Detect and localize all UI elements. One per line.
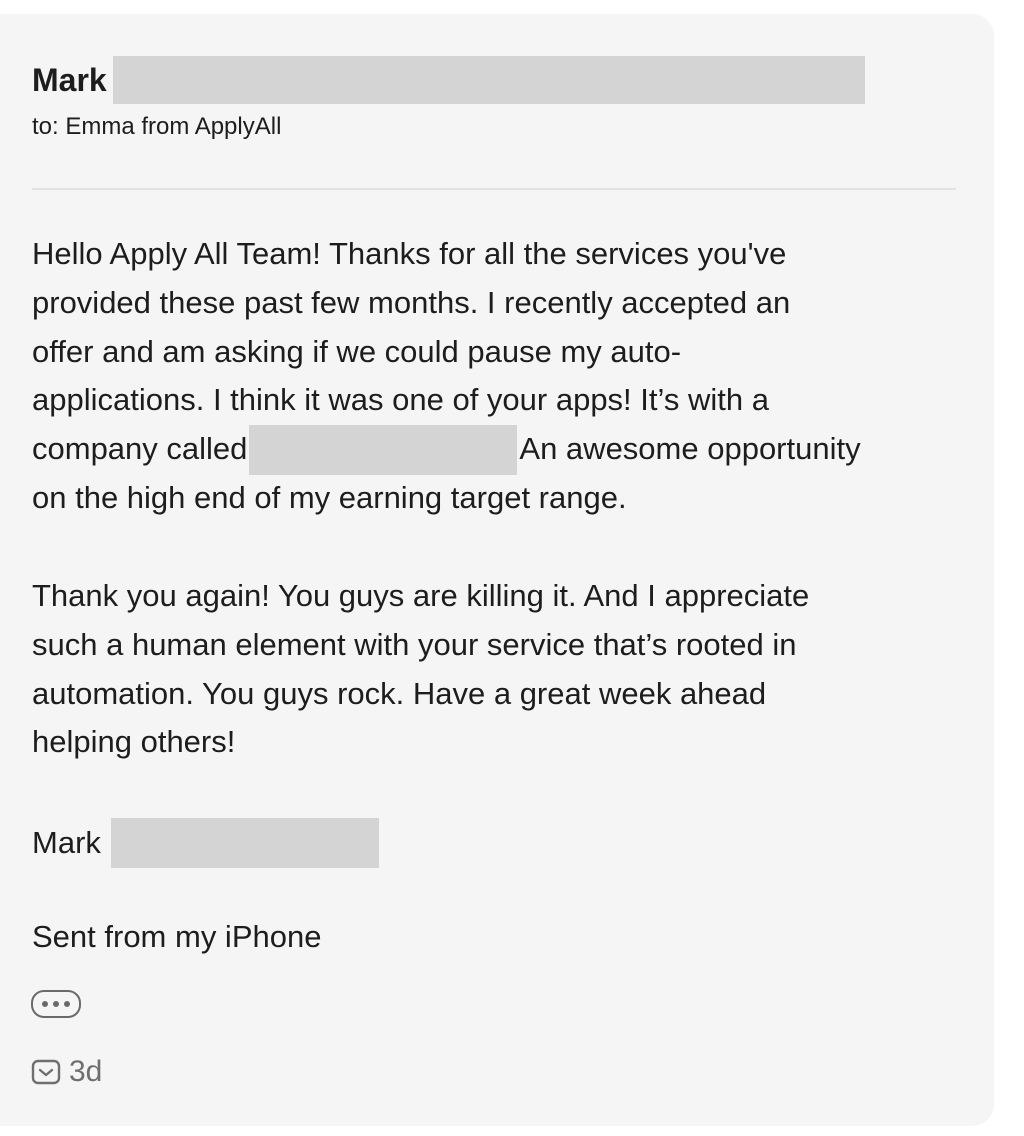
paragraph-line: automation. You guys rock. Have a great … <box>32 675 767 711</box>
message-paragraph-1: Hello Apply All Team! Thanks for all the… <box>32 230 956 523</box>
recipient-line: to: Emma from ApplyAll <box>32 113 282 140</box>
timestamp: 3d <box>69 1055 103 1088</box>
ellipsis-icon <box>42 1001 70 1007</box>
signature-name: Mark <box>32 825 101 860</box>
paragraph-line: such a human element with your service t… <box>32 626 797 662</box>
paragraph-line: Hello Apply All Team! Thanks for all the… <box>32 236 787 271</box>
message-paragraph-2: Thank you again! You guys are killing it… <box>32 572 956 767</box>
paragraph-text: company called <box>32 431 248 467</box>
show-quoted-text-button[interactable] <box>31 990 81 1018</box>
message-meta: 3d <box>31 1052 102 1092</box>
paragraph-line: offer and am asking if we could pause my… <box>32 333 682 369</box>
signature: Mark <box>32 815 379 871</box>
paragraph-line: helping others! <box>32 724 236 760</box>
envelope-icon <box>31 1059 61 1085</box>
paragraph-line: on the high end of my earning target ran… <box>32 479 627 515</box>
header-divider <box>32 188 956 190</box>
paragraph-line-with-redaction: company called An awesome opportunity <box>32 424 956 475</box>
sender-name: Mark <box>32 62 107 98</box>
paragraph-line: Thank you again! You guys are killing it… <box>32 578 810 613</box>
sender-row: Mark <box>32 56 956 104</box>
paragraph-line: applications. I think it was one of your… <box>32 382 769 418</box>
message-header: Mark <box>32 56 956 104</box>
redacted-sender-detail <box>112 56 865 104</box>
paragraph-line: provided these past few months. I recent… <box>32 284 791 320</box>
sent-from-line: Sent from my iPhone <box>32 919 322 954</box>
paragraph-text: An awesome opportunity <box>519 431 861 467</box>
redacted-company-name <box>249 424 518 475</box>
redacted-signature-surname <box>110 818 379 868</box>
